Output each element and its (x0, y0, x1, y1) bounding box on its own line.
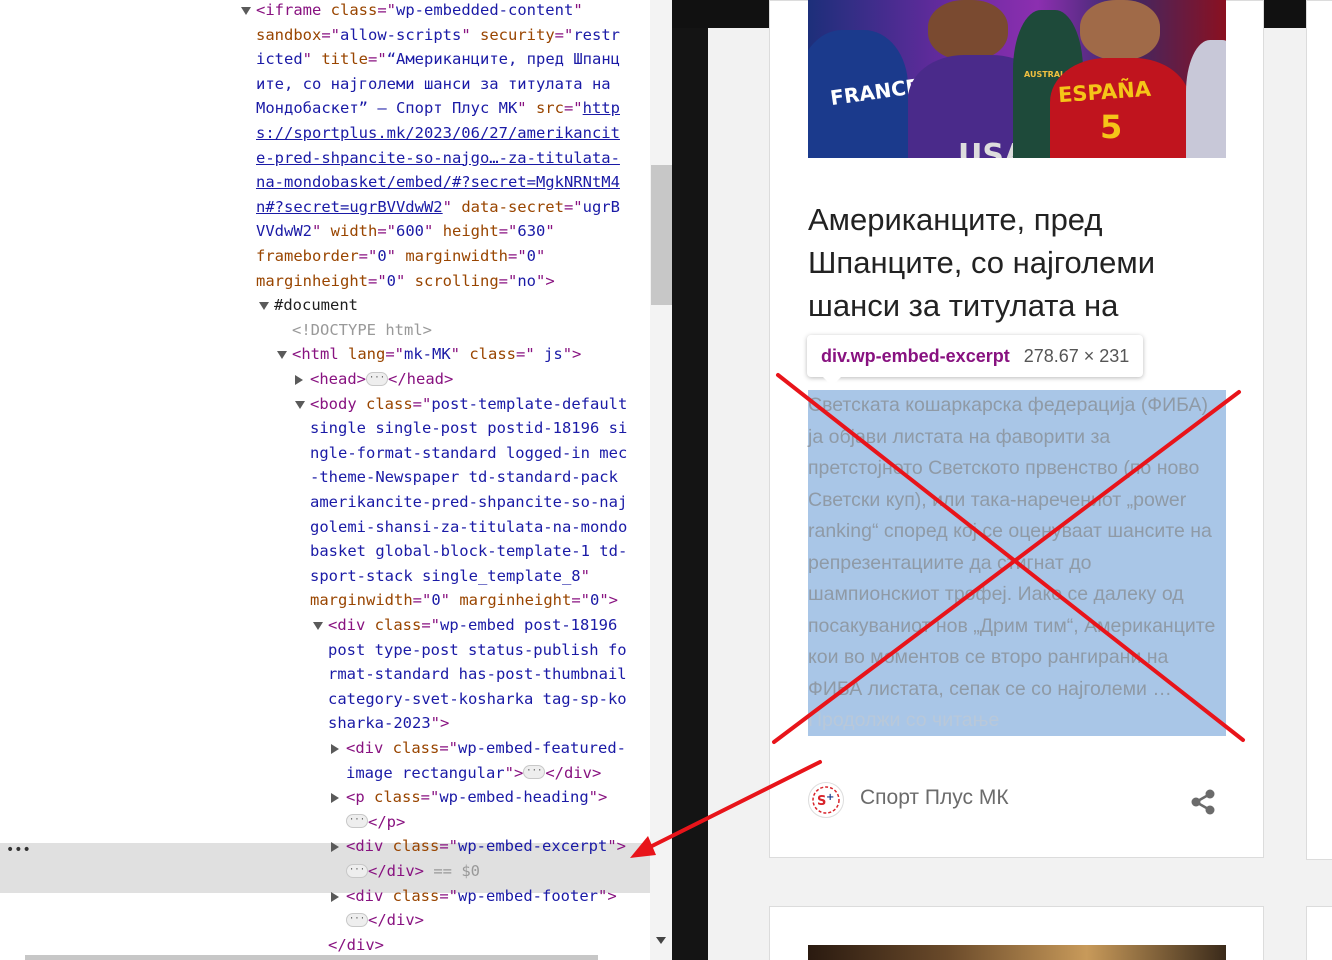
annotation-overlay (630, 373, 1245, 858)
arrow-line (638, 760, 822, 854)
cross-line-2 (772, 390, 1241, 744)
arrow-head (630, 836, 656, 858)
